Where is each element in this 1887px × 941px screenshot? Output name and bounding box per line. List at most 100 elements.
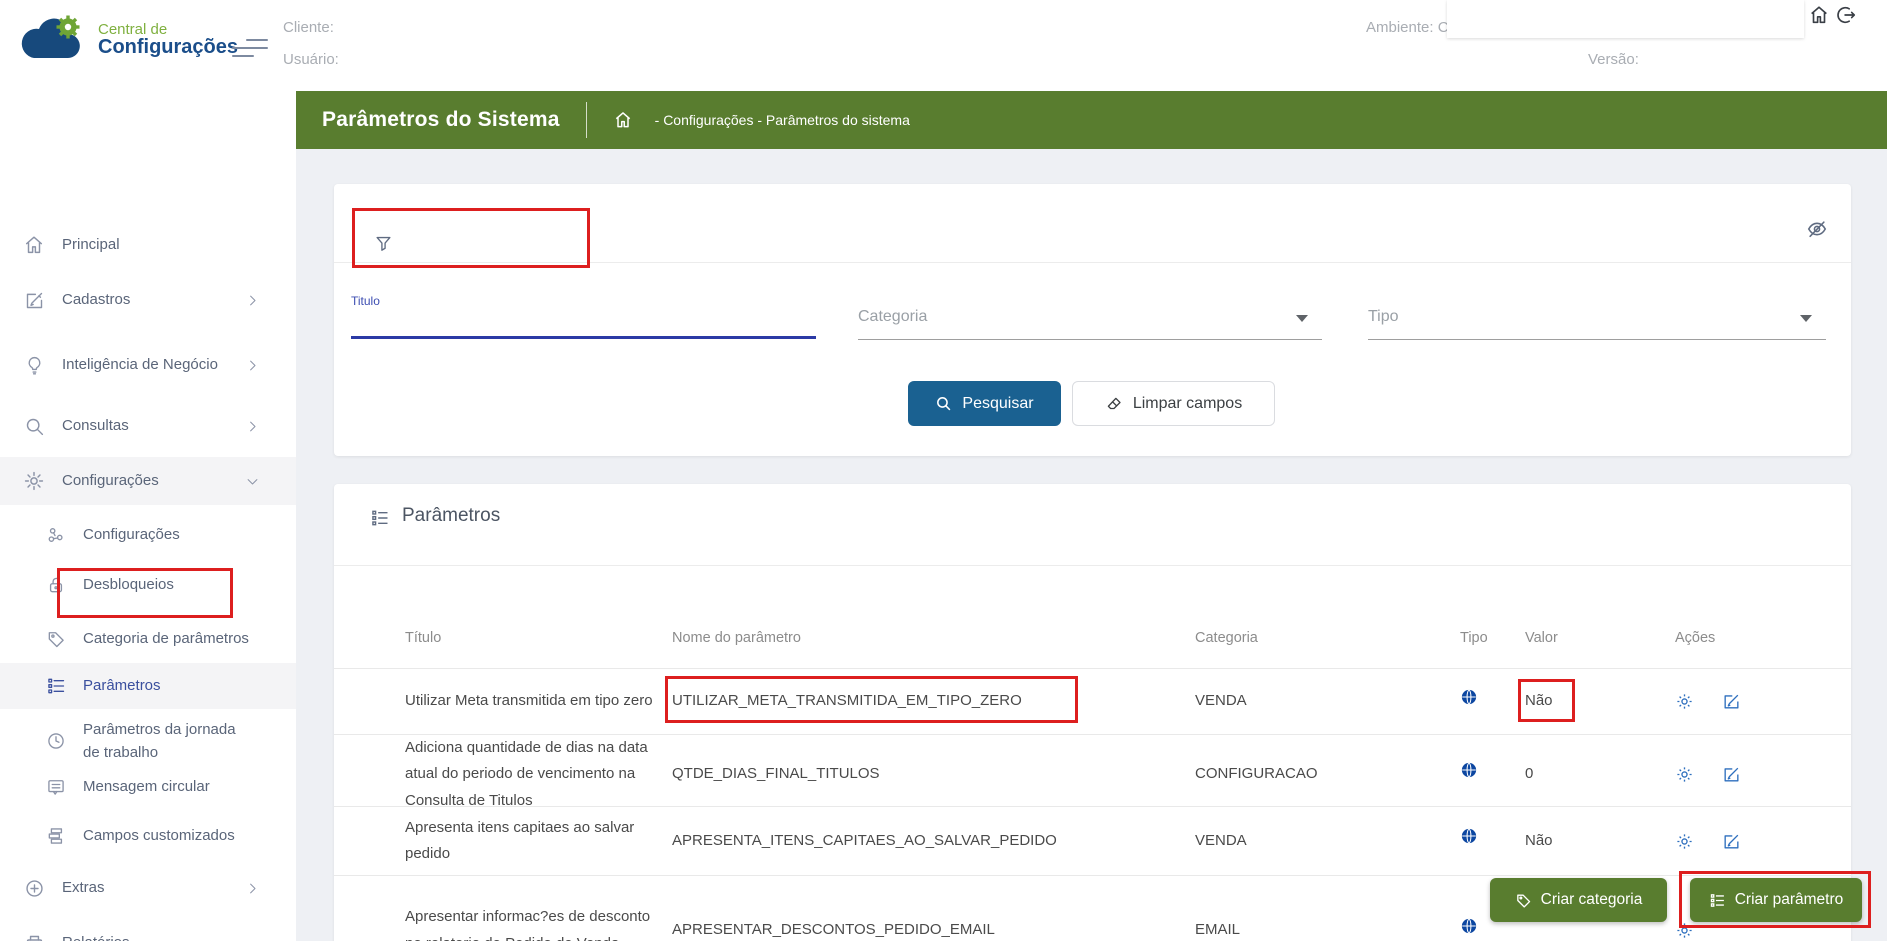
col-header-titulo: Título bbox=[405, 626, 672, 651]
table-header-row: Título Nome do parâmetro Categoria Tipo … bbox=[334, 610, 1851, 669]
col-header-tipo: Tipo bbox=[1460, 626, 1525, 651]
eraser-icon bbox=[1105, 395, 1123, 413]
sidebar-subitem-parametros-jornada[interactable]: Parâmetros da jornada de trabalho bbox=[0, 711, 296, 771]
app-logo[interactable]: Central de Configurações bbox=[16, 14, 238, 66]
list-icon bbox=[44, 674, 68, 698]
settings-action-icon[interactable] bbox=[1675, 921, 1694, 940]
environment-label: Ambiente: C bbox=[1366, 19, 1449, 36]
edit-action-icon[interactable] bbox=[1722, 692, 1741, 711]
sidebar-subitem-categoria-parametros[interactable]: Categoria de parâmetros bbox=[0, 609, 296, 669]
sidebar-subitem-mensagem-circular[interactable]: Mensagem circular bbox=[0, 765, 296, 809]
sidebar-item-label: Campos customizados bbox=[83, 824, 251, 847]
sidebar-item-principal[interactable]: Principal bbox=[0, 223, 296, 267]
sidebar-subitem-parametros[interactable]: Parâmetros bbox=[0, 663, 296, 709]
tipo-dropdown-arrow-icon[interactable] bbox=[1800, 315, 1812, 322]
cell-nome: APRESENTAR_DESCONTOS_PEDIDO_EMAIL bbox=[672, 917, 1195, 941]
cell-nome: QTDE_DIAS_FINAL_TITULOS bbox=[672, 761, 1195, 787]
create-parameter-button[interactable]: Criar parâmetro bbox=[1690, 878, 1862, 922]
col-header-nome: Nome do parâmetro bbox=[672, 626, 1195, 651]
tipo-select[interactable] bbox=[1368, 339, 1826, 340]
sidebar-item-label: Mensagem circular bbox=[83, 775, 251, 798]
table-row: Adiciona quantidade de dias na data atua… bbox=[334, 735, 1851, 807]
cell-nome: UTILIZAR_META_TRANSMITIDA_EM_TIPO_ZERO bbox=[672, 688, 1195, 714]
breadcrumb-home-icon[interactable] bbox=[613, 110, 633, 130]
table-row: Utilizar Meta transmitida em tipo zero U… bbox=[334, 669, 1851, 735]
logo-line2: Configurações bbox=[98, 37, 238, 58]
settings-action-icon[interactable] bbox=[1675, 832, 1694, 851]
chevron-right-icon bbox=[245, 293, 260, 308]
cell-valor: Não bbox=[1525, 688, 1675, 714]
cell-valor: 0 bbox=[1525, 761, 1675, 787]
search-button-label: Pesquisar bbox=[962, 395, 1033, 413]
sidebar-item-relatorios[interactable]: Relatórios bbox=[0, 921, 296, 941]
sidebar-subitem-desbloqueios[interactable]: Desbloqueios bbox=[0, 563, 296, 607]
cell-acoes bbox=[1675, 692, 1835, 711]
header-divider bbox=[586, 102, 587, 138]
categoria-select-label: Categoria bbox=[858, 308, 927, 326]
cell-categoria: VENDA bbox=[1195, 828, 1460, 854]
settings-action-icon[interactable] bbox=[1675, 765, 1694, 784]
categoria-select[interactable] bbox=[858, 339, 1322, 340]
version-label: Versão: bbox=[1588, 51, 1639, 68]
sidebar-item-consultas[interactable]: Consultas bbox=[0, 404, 296, 448]
cell-titulo: Apresentar informac?es de desconto no re… bbox=[405, 904, 672, 941]
parameters-title: Parâmetros bbox=[402, 505, 500, 527]
sidebar-nav: Principal Cadastros Inteligência de Negó… bbox=[0, 91, 296, 941]
search-icon bbox=[22, 414, 46, 438]
col-header-acoes: Ações bbox=[1675, 626, 1835, 651]
sidebar-item-label: Categoria de parâmetros bbox=[83, 627, 251, 650]
tag-icon bbox=[44, 627, 68, 651]
parameters-divider bbox=[334, 565, 1851, 566]
message-icon bbox=[44, 775, 68, 799]
sidebar-item-label: Principal bbox=[62, 233, 234, 256]
sidebar-item-label: Parâmetros da jornada de trabalho bbox=[83, 718, 251, 765]
settings-action-icon[interactable] bbox=[1675, 692, 1694, 711]
menu-toggle-button[interactable] bbox=[232, 33, 270, 59]
cell-titulo: Utilizar Meta transmitida em tipo zero bbox=[405, 688, 672, 714]
list-icon bbox=[1709, 892, 1726, 909]
create-category-button[interactable]: Criar categoria bbox=[1490, 878, 1667, 922]
cell-categoria: VENDA bbox=[1195, 688, 1460, 714]
categoria-dropdown-arrow-icon[interactable] bbox=[1296, 315, 1308, 322]
sidebar-subitem-configuracoes[interactable]: Configurações bbox=[0, 513, 296, 557]
sidebar-subitem-campos-customizados[interactable]: Campos customizados bbox=[0, 814, 296, 858]
sidebar-item-label: Parâmetros bbox=[83, 674, 251, 697]
sidebar-item-configuracoes[interactable]: Configurações bbox=[0, 457, 296, 505]
globe-icon bbox=[1460, 688, 1525, 715]
client-label: Cliente: bbox=[283, 19, 334, 36]
hub-icon bbox=[44, 523, 68, 547]
sidebar-item-cadastros[interactable]: Cadastros bbox=[0, 278, 296, 322]
sidebar-item-extras[interactable]: Extras bbox=[0, 866, 296, 910]
titulo-input[interactable] bbox=[351, 336, 816, 339]
sidebar-item-label: Extras bbox=[62, 876, 234, 899]
sidebar-item-inteligencia[interactable]: Inteligência de Negócio bbox=[0, 335, 296, 395]
filter-funnel-icon bbox=[374, 234, 393, 258]
home-icon[interactable] bbox=[1808, 4, 1830, 26]
col-header-valor: Valor bbox=[1525, 626, 1675, 651]
clear-fields-button-label: Limpar campos bbox=[1133, 395, 1242, 413]
col-header-categoria: Categoria bbox=[1195, 626, 1460, 651]
search-icon bbox=[935, 395, 952, 412]
hide-filters-icon[interactable] bbox=[1806, 218, 1828, 245]
sidebar-item-label: Configurações bbox=[62, 469, 234, 492]
cell-categoria: CONFIGURACAO bbox=[1195, 761, 1460, 787]
printer-icon bbox=[22, 931, 46, 941]
app-window: Central de Configurações Cliente: Usuári… bbox=[0, 0, 1887, 941]
cell-acoes bbox=[1675, 921, 1835, 940]
clear-fields-button[interactable]: Limpar campos bbox=[1072, 381, 1275, 426]
gear-icon bbox=[22, 469, 46, 493]
titulo-field-label: Titulo bbox=[351, 294, 380, 308]
table-row: Apresenta itens capitaes ao salvar pedid… bbox=[334, 807, 1851, 876]
clock-icon bbox=[44, 729, 68, 753]
chevron-right-icon bbox=[245, 419, 260, 434]
logout-icon[interactable] bbox=[1835, 4, 1857, 26]
sidebar-item-label: Cadastros bbox=[62, 288, 234, 311]
layers-icon bbox=[44, 824, 68, 848]
home-icon bbox=[22, 233, 46, 257]
create-category-label: Criar categoria bbox=[1541, 891, 1643, 909]
edit-action-icon[interactable] bbox=[1722, 832, 1741, 851]
filters-divider bbox=[334, 262, 1851, 263]
search-button[interactable]: Pesquisar bbox=[908, 381, 1061, 426]
edit-action-icon[interactable] bbox=[1722, 765, 1741, 784]
cell-titulo: Apresenta itens capitaes ao salvar pedid… bbox=[405, 815, 672, 868]
